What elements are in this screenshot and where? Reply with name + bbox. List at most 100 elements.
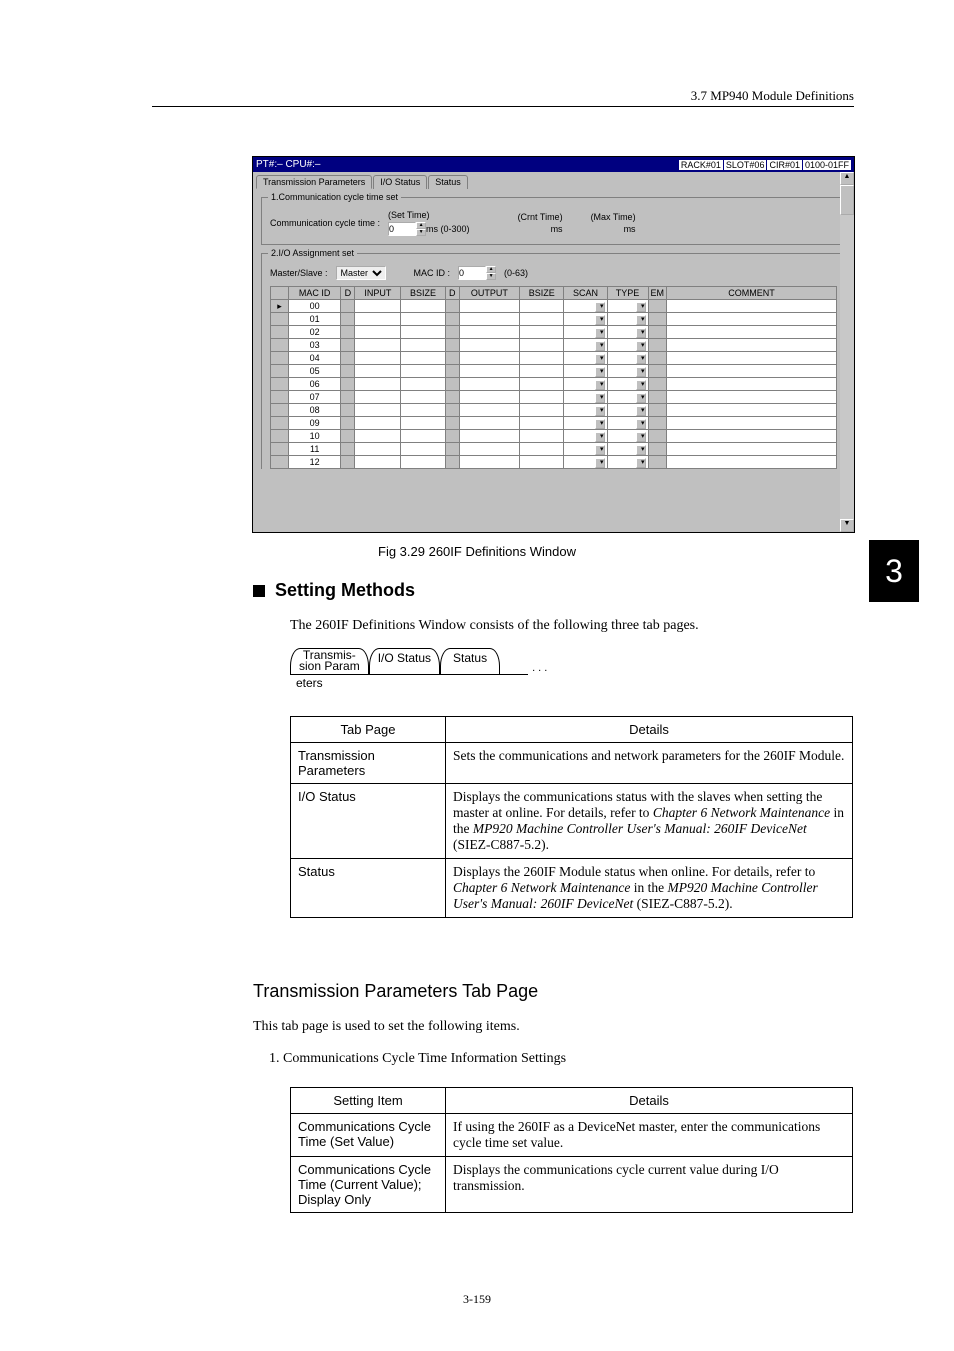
cell-type[interactable]: ▾ xyxy=(607,443,648,456)
set-time-spinner[interactable]: ▲▼ xyxy=(416,222,426,236)
cell-bsize2[interactable] xyxy=(520,417,564,430)
dropdown-icon[interactable]: ▾ xyxy=(595,341,605,351)
cell-scan[interactable]: ▾ xyxy=(564,417,607,430)
cell-type[interactable]: ▾ xyxy=(607,339,648,352)
cell-input[interactable] xyxy=(355,443,401,456)
cell-bsize1[interactable] xyxy=(401,378,445,391)
cell-type[interactable]: ▾ xyxy=(607,300,648,313)
cell-bsize1[interactable] xyxy=(401,352,445,365)
cell-input[interactable] xyxy=(355,404,401,417)
macid-input[interactable] xyxy=(458,266,486,280)
cell-input[interactable] xyxy=(355,300,401,313)
set-time-input[interactable] xyxy=(388,222,416,236)
dropdown-icon[interactable]: ▾ xyxy=(636,393,646,403)
cell-output[interactable] xyxy=(459,313,519,326)
cell-type[interactable]: ▾ xyxy=(607,352,648,365)
cell-comment[interactable] xyxy=(667,339,837,352)
cell-em[interactable] xyxy=(648,378,667,391)
cell-bsize1[interactable] xyxy=(401,417,445,430)
cell-d2[interactable] xyxy=(445,352,459,365)
cell-input[interactable] xyxy=(355,352,401,365)
cell-comment[interactable] xyxy=(667,456,837,469)
cell-em[interactable] xyxy=(648,456,667,469)
cell-scan[interactable]: ▾ xyxy=(564,352,607,365)
cell-em[interactable] xyxy=(648,404,667,417)
row-handle[interactable] xyxy=(271,456,289,469)
cell-input[interactable] xyxy=(355,326,401,339)
cell-comment[interactable] xyxy=(667,443,837,456)
row-handle[interactable] xyxy=(271,430,289,443)
dropdown-icon[interactable]: ▾ xyxy=(595,432,605,442)
cell-em[interactable] xyxy=(648,313,667,326)
cell-scan[interactable]: ▾ xyxy=(564,430,607,443)
cell-scan[interactable]: ▾ xyxy=(564,378,607,391)
row-handle[interactable] xyxy=(271,365,289,378)
cell-output[interactable] xyxy=(459,378,519,391)
cell-comment[interactable] xyxy=(667,326,837,339)
cell-bsize2[interactable] xyxy=(520,352,564,365)
cell-comment[interactable] xyxy=(667,391,837,404)
cell-d2[interactable] xyxy=(445,391,459,404)
cell-d1[interactable] xyxy=(341,430,355,443)
cell-em[interactable] xyxy=(648,443,667,456)
cell-bsize2[interactable] xyxy=(520,313,564,326)
dropdown-icon[interactable]: ▾ xyxy=(595,458,605,468)
cell-output[interactable] xyxy=(459,339,519,352)
cell-d2[interactable] xyxy=(445,300,459,313)
cell-output[interactable] xyxy=(459,430,519,443)
cell-bsize1[interactable] xyxy=(401,326,445,339)
cell-d2[interactable] xyxy=(445,430,459,443)
dropdown-icon[interactable]: ▾ xyxy=(595,315,605,325)
row-handle[interactable] xyxy=(271,326,289,339)
row-handle[interactable]: ▸ xyxy=(271,300,289,313)
macid-spinner[interactable]: ▲▼ xyxy=(486,266,496,280)
cell-d1[interactable] xyxy=(341,326,355,339)
cell-d1[interactable] xyxy=(341,339,355,352)
cell-bsize2[interactable] xyxy=(520,326,564,339)
row-handle[interactable] xyxy=(271,443,289,456)
scroll-up-icon[interactable]: ▲ xyxy=(840,172,854,185)
cell-type[interactable]: ▾ xyxy=(607,391,648,404)
cell-bsize2[interactable] xyxy=(520,391,564,404)
cell-input[interactable] xyxy=(355,430,401,443)
cell-d1[interactable] xyxy=(341,378,355,391)
cell-bsize2[interactable] xyxy=(520,378,564,391)
cell-d1[interactable] xyxy=(341,300,355,313)
row-handle[interactable] xyxy=(271,339,289,352)
dropdown-icon[interactable]: ▾ xyxy=(636,328,646,338)
cell-comment[interactable] xyxy=(667,365,837,378)
cell-d2[interactable] xyxy=(445,456,459,469)
cell-scan[interactable]: ▾ xyxy=(564,443,607,456)
dropdown-icon[interactable]: ▾ xyxy=(636,445,646,455)
cell-type[interactable]: ▾ xyxy=(607,326,648,339)
cell-d2[interactable] xyxy=(445,313,459,326)
cell-type[interactable]: ▾ xyxy=(607,430,648,443)
cell-scan[interactable]: ▾ xyxy=(564,365,607,378)
cell-bsize2[interactable] xyxy=(520,365,564,378)
cell-scan[interactable]: ▾ xyxy=(564,456,607,469)
cell-d1[interactable] xyxy=(341,313,355,326)
cell-comment[interactable] xyxy=(667,300,837,313)
cell-comment[interactable] xyxy=(667,417,837,430)
cell-bsize2[interactable] xyxy=(520,339,564,352)
cell-type[interactable]: ▾ xyxy=(607,456,648,469)
dropdown-icon[interactable]: ▾ xyxy=(595,393,605,403)
cell-bsize1[interactable] xyxy=(401,365,445,378)
cell-d2[interactable] xyxy=(445,417,459,430)
cell-bsize2[interactable] xyxy=(520,300,564,313)
cell-bsize1[interactable] xyxy=(401,391,445,404)
cell-output[interactable] xyxy=(459,443,519,456)
cell-scan[interactable]: ▾ xyxy=(564,313,607,326)
cell-em[interactable] xyxy=(648,430,667,443)
cell-d1[interactable] xyxy=(341,365,355,378)
cell-bsize1[interactable] xyxy=(401,456,445,469)
dropdown-icon[interactable]: ▾ xyxy=(595,406,605,416)
cell-type[interactable]: ▾ xyxy=(607,313,648,326)
cell-d1[interactable] xyxy=(341,391,355,404)
cell-output[interactable] xyxy=(459,417,519,430)
scrollbar[interactable]: ▲ ▼ xyxy=(840,172,854,532)
dropdown-icon[interactable]: ▾ xyxy=(636,432,646,442)
cell-scan[interactable]: ▾ xyxy=(564,326,607,339)
scroll-down-icon[interactable]: ▼ xyxy=(840,519,854,532)
cell-d2[interactable] xyxy=(445,404,459,417)
